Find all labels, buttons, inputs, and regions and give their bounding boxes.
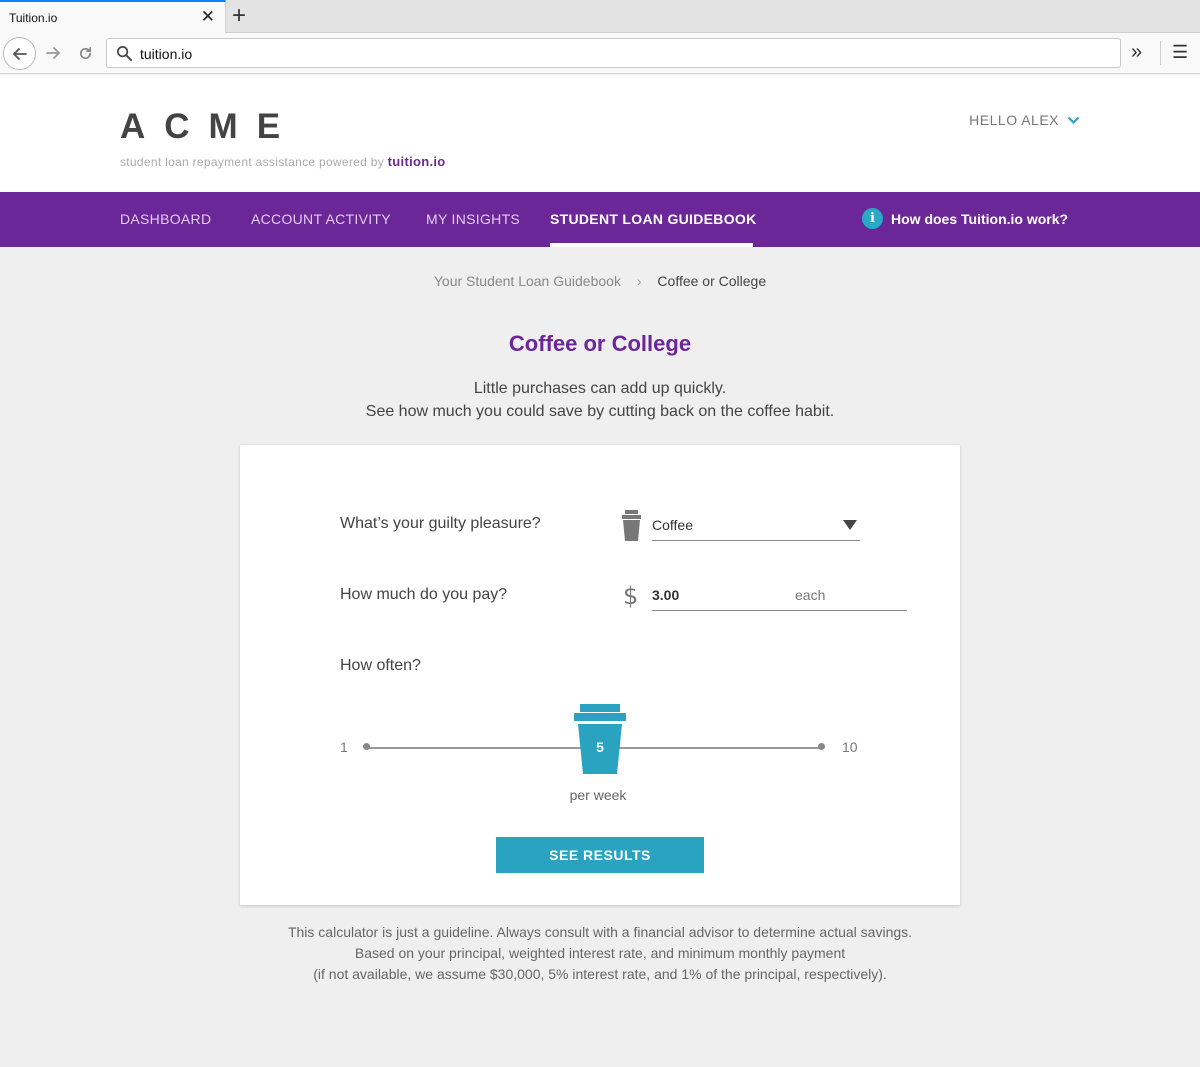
browser-toolbar: tuition.io » ☰ <box>0 33 1200 74</box>
site-header: ACME student loan repayment assistance p… <box>0 75 1200 192</box>
user-greeting: HELLO ALEX <box>969 112 1059 128</box>
chevron-down-icon <box>1067 116 1080 124</box>
slider-min-label: 1 <box>340 739 348 755</box>
breadcrumb-separator: › <box>636 273 642 289</box>
page-title: Coffee or College <box>508 331 692 356</box>
tagline: student loan repayment assistance powere… <box>120 154 446 169</box>
toolbar-divider <box>1160 41 1161 65</box>
subtitle-line-2: See how much you could save by cutting b… <box>365 403 835 420</box>
see-results-button[interactable]: SEE RESULTS <box>496 837 704 873</box>
page-subtitle: Little purchases can add up quickly. See… <box>0 377 1200 423</box>
disclaimer-line-2: Based on your principal, weighted intere… <box>354 945 846 961</box>
main-nav: DASHBOARD ACCOUNT ACTIVITY MY INSIGHTS S… <box>0 192 1200 247</box>
price-value: 3.00 <box>652 587 680 603</box>
disclaimer-line-3: (if not available, we assume $30,000, 5%… <box>313 966 887 982</box>
calculator-card: What’s your guilty pleasure? Coffee How … <box>240 445 960 905</box>
disclaimer-line-1: This calculator is just a guideline. Alw… <box>287 924 913 940</box>
slider-unit-label: per week <box>569 787 627 803</box>
nav-student-loan-guidebook[interactable]: STUDENT LOAN GUIDEBOOK <box>550 211 757 227</box>
arrow-right-icon <box>46 47 61 59</box>
tagline-brand[interactable]: tuition.io <box>388 154 446 169</box>
back-button[interactable] <box>3 37 36 70</box>
slider-max-label: 10 <box>842 739 858 755</box>
coffee-cup-icon <box>622 510 641 541</box>
frequency-slider-handle[interactable]: 5 <box>572 703 628 775</box>
arrow-left-icon <box>12 47 27 60</box>
frequency-label: How often? <box>340 657 421 674</box>
nav-account-activity[interactable]: ACCOUNT ACTIVITY <box>251 211 391 227</box>
pleasure-label: What’s your guilty pleasure? <box>340 515 541 532</box>
breadcrumb-current: Coffee or College <box>657 273 767 289</box>
active-tab-indicator <box>550 243 753 247</box>
url-bar[interactable]: tuition.io <box>106 38 1121 68</box>
breadcrumb-parent[interactable]: Your Student Loan Guidebook <box>434 273 621 289</box>
tab-close-icon[interactable]: ✕ <box>201 7 215 27</box>
user-menu[interactable]: HELLO ALEX <box>969 112 1080 128</box>
nav-dashboard[interactable]: DASHBOARD <box>120 211 211 227</box>
forward-button[interactable] <box>42 41 64 65</box>
reload-button[interactable] <box>74 41 96 65</box>
tab-title: Tuition.io <box>9 11 58 25</box>
search-icon <box>117 46 133 62</box>
overflow-chevrons-icon[interactable]: » <box>1131 42 1142 62</box>
info-icon: i <box>862 208 883 229</box>
dollar-icon: $ <box>623 582 639 610</box>
slider-min-dot <box>363 743 370 750</box>
new-tab-button[interactable]: + <box>232 2 246 30</box>
tagline-text: student loan repayment assistance powere… <box>120 155 385 169</box>
pleasure-select[interactable]: Coffee <box>652 515 860 541</box>
how-it-works-label: How does Tuition.io work? <box>891 210 1069 227</box>
price-label: How much do you pay? <box>340 586 508 603</box>
price-input[interactable]: 3.00 each <box>652 585 907 611</box>
url-text: tuition.io <box>140 46 193 62</box>
dropdown-arrow-icon <box>843 520 857 530</box>
pleasure-select-value: Coffee <box>652 517 693 533</box>
disclaimer: This calculator is just a guideline. Alw… <box>0 922 1200 985</box>
browser-tab-bar: Tuition.io ✕ + <box>0 0 1200 34</box>
how-it-works-link[interactable]: i How does Tuition.io work? <box>862 208 1068 229</box>
hamburger-menu-icon[interactable]: ☰ <box>1172 42 1188 62</box>
browser-tab[interactable]: Tuition.io ✕ <box>0 0 226 34</box>
slider-max-dot <box>818 743 825 750</box>
nav-my-insights[interactable]: MY INSIGHTS <box>426 211 520 227</box>
breadcrumb: Your Student Loan Guidebook › Coffee or … <box>0 273 1200 289</box>
price-suffix: each <box>795 587 826 603</box>
acme-logo[interactable]: ACME <box>120 108 299 146</box>
subtitle-line-1: Little purchases can add up quickly. <box>473 380 727 397</box>
slider-value: 5 <box>596 739 604 755</box>
reload-icon <box>79 46 91 59</box>
